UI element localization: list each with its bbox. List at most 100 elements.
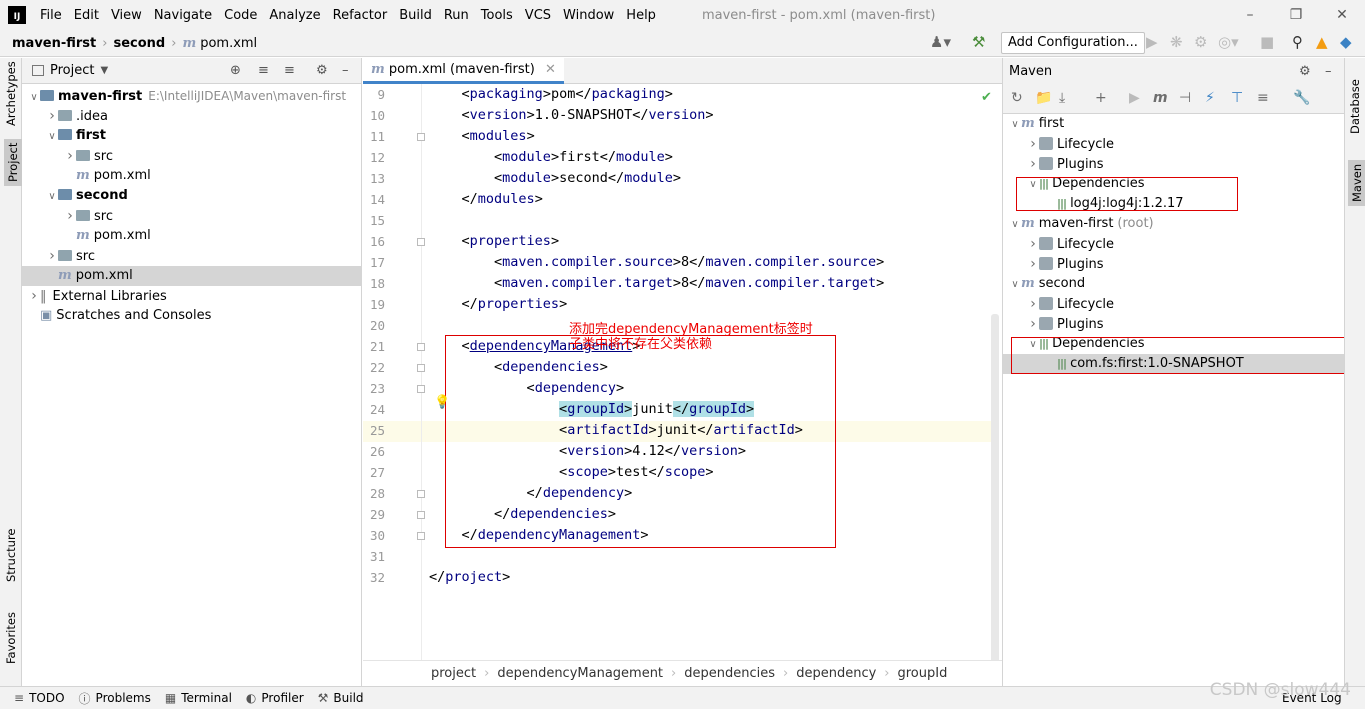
- project-tree-item[interactable]: › src: [22, 146, 362, 166]
- maven-tree-item[interactable]: › Plugins: [1003, 254, 1345, 274]
- terminal-tab[interactable]: ▦ Terminal: [165, 691, 232, 705]
- chevron-right-icon[interactable]: ›: [1027, 134, 1039, 154]
- chevron-down-icon[interactable]: ∨: [1009, 275, 1021, 295]
- maven-tab[interactable]: Maven: [1348, 159, 1365, 206]
- add-configuration-button[interactable]: Add Configuration...: [1001, 32, 1145, 54]
- fold-marker-icon[interactable]: [417, 343, 425, 351]
- add-icon[interactable]: +: [1095, 90, 1107, 106]
- jetbrains-toolbox-icon[interactable]: ◆: [1340, 33, 1352, 51]
- fold-marker-icon[interactable]: [417, 511, 425, 519]
- chevron-down-icon[interactable]: ∨: [46, 127, 58, 147]
- menu-help[interactable]: Help: [620, 8, 662, 23]
- project-view-selector[interactable]: Project: [50, 63, 94, 78]
- toggle-offline-icon[interactable]: ⊣: [1179, 90, 1191, 106]
- execute-goal-icon[interactable]: m: [1153, 90, 1168, 106]
- menu-refactor[interactable]: Refactor: [327, 8, 394, 23]
- nav-crumb-file[interactable]: pom.xml: [200, 36, 257, 51]
- database-tab[interactable]: Database: [1348, 79, 1362, 134]
- chevron-down-icon[interactable]: ∨: [28, 88, 40, 108]
- run-icon[interactable]: ▶: [1146, 33, 1158, 51]
- fold-marker-icon[interactable]: [417, 238, 425, 246]
- breadcrumb-item[interactable]: dependencies: [684, 666, 783, 681]
- tab-pom-xml[interactable]: m pom.xml (maven-first) ✕: [363, 58, 564, 84]
- code-area[interactable]: 9 <packaging>pom</packaging> 10 <version>…: [363, 84, 1002, 660]
- menu-window[interactable]: Window: [557, 8, 620, 23]
- close-icon[interactable]: ✕: [1319, 0, 1365, 30]
- maven-tree-item[interactable]: › Lifecycle: [1003, 134, 1345, 154]
- settings-gear-icon[interactable]: ⚙: [316, 63, 328, 78]
- reimport-folder-icon[interactable]: 📁: [1035, 90, 1052, 106]
- project-tree-item[interactable]: ▣ Scratches and Consoles: [22, 306, 362, 326]
- profile-icon[interactable]: ◎▾: [1218, 33, 1239, 51]
- chevron-down-icon[interactable]: ∨: [1009, 215, 1021, 235]
- menu-navigate[interactable]: Navigate: [148, 8, 218, 23]
- problems-tab[interactable]: ⓘ Problems: [79, 690, 151, 707]
- breadcrumb-item[interactable]: groupId: [898, 666, 956, 681]
- chevron-right-icon[interactable]: ›: [1027, 254, 1039, 274]
- project-tree-item[interactable]: m pom.xml: [22, 226, 362, 246]
- chevron-right-icon[interactable]: ›: [46, 246, 58, 266]
- maven-tree-item[interactable]: › Lifecycle: [1003, 234, 1345, 254]
- breadcrumb-item[interactable]: dependency: [796, 666, 884, 681]
- debug-icon[interactable]: ❋: [1170, 33, 1183, 51]
- favorites-tab[interactable]: Favorites: [4, 612, 18, 664]
- structure-tab[interactable]: Structure: [4, 529, 18, 583]
- project-tree-item[interactable]: › src: [22, 246, 362, 266]
- menu-build[interactable]: Build: [393, 8, 438, 23]
- breadcrumb-item[interactable]: project: [431, 666, 484, 681]
- hide-panel-icon[interactable]: –: [342, 63, 349, 78]
- profiler-tab[interactable]: ◐ Profiler: [246, 691, 304, 705]
- build-hammer-icon[interactable]: ⚒: [972, 33, 985, 51]
- menu-analyze[interactable]: Analyze: [263, 8, 326, 23]
- maven-tree-item[interactable]: ∨ m first: [1003, 114, 1345, 134]
- project-tree-item[interactable]: ∨ first: [22, 126, 362, 146]
- nav-crumb-module[interactable]: second: [113, 36, 165, 51]
- skip-tests-icon[interactable]: ⚡: [1205, 90, 1215, 106]
- fold-marker-icon[interactable]: [417, 364, 425, 372]
- project-tree-item[interactable]: › .idea: [22, 106, 362, 126]
- menu-run[interactable]: Run: [438, 8, 475, 23]
- maven-tree-item[interactable]: › Plugins: [1003, 154, 1345, 174]
- chevron-right-icon[interactable]: ›: [1027, 154, 1039, 174]
- project-tree-item[interactable]: m pom.xml: [22, 166, 362, 186]
- maven-tree-item[interactable]: ∨ m second: [1003, 274, 1345, 294]
- hide-panel-icon[interactable]: –: [1325, 64, 1332, 79]
- vertical-scrollbar[interactable]: [991, 314, 999, 660]
- minimize-icon[interactable]: –: [1227, 0, 1273, 30]
- menu-vcs[interactable]: VCS: [519, 8, 557, 23]
- update-icon[interactable]: ▲: [1316, 33, 1328, 51]
- menu-view[interactable]: View: [105, 8, 148, 23]
- download-icon[interactable]: ⤓: [1059, 90, 1065, 106]
- chevron-right-icon[interactable]: ›: [64, 206, 76, 226]
- collapse-all-icon[interactable]: ≡: [1257, 90, 1269, 106]
- restore-icon[interactable]: ❐: [1273, 0, 1319, 30]
- chevron-down-icon[interactable]: ▼: [100, 65, 108, 76]
- menu-edit[interactable]: Edit: [68, 8, 105, 23]
- project-tree-item[interactable]: m pom.xml: [22, 266, 362, 286]
- archetypes-tab[interactable]: Archetypes: [4, 61, 18, 126]
- chevron-right-icon[interactable]: ›: [1027, 234, 1039, 254]
- menu-tools[interactable]: Tools: [475, 8, 519, 23]
- close-tab-icon[interactable]: ✕: [545, 62, 556, 77]
- coverage-icon[interactable]: ⚙: [1194, 33, 1207, 51]
- stop-icon[interactable]: ■: [1260, 33, 1274, 51]
- chevron-right-icon[interactable]: ›: [1027, 314, 1039, 334]
- run-icon[interactable]: ▶: [1129, 90, 1140, 106]
- chevron-right-icon[interactable]: ›: [1027, 294, 1039, 314]
- fold-marker-icon[interactable]: [417, 385, 425, 393]
- breadcrumb-item[interactable]: dependencyManagement: [497, 666, 671, 681]
- todo-tab[interactable]: ≡ TODO: [14, 691, 65, 705]
- project-tree-item[interactable]: › ‖ External Libraries: [22, 286, 362, 306]
- settings-gear-icon[interactable]: ⚙: [1299, 64, 1311, 79]
- project-tree-item[interactable]: ∨ second: [22, 186, 362, 206]
- locate-icon[interactable]: ⊕: [230, 63, 241, 78]
- reload-icon[interactable]: ↻: [1011, 90, 1023, 106]
- user-icon[interactable]: ♟▾: [930, 33, 951, 51]
- nav-crumb-project[interactable]: maven-first: [12, 36, 96, 51]
- fold-marker-icon[interactable]: [417, 532, 425, 540]
- chevron-down-icon[interactable]: ∨: [46, 187, 58, 207]
- intention-bulb-icon[interactable]: 💡: [434, 395, 450, 410]
- expand-all-icon[interactable]: ≡: [258, 63, 269, 78]
- fold-marker-icon[interactable]: [417, 490, 425, 498]
- fold-marker-icon[interactable]: [417, 133, 425, 141]
